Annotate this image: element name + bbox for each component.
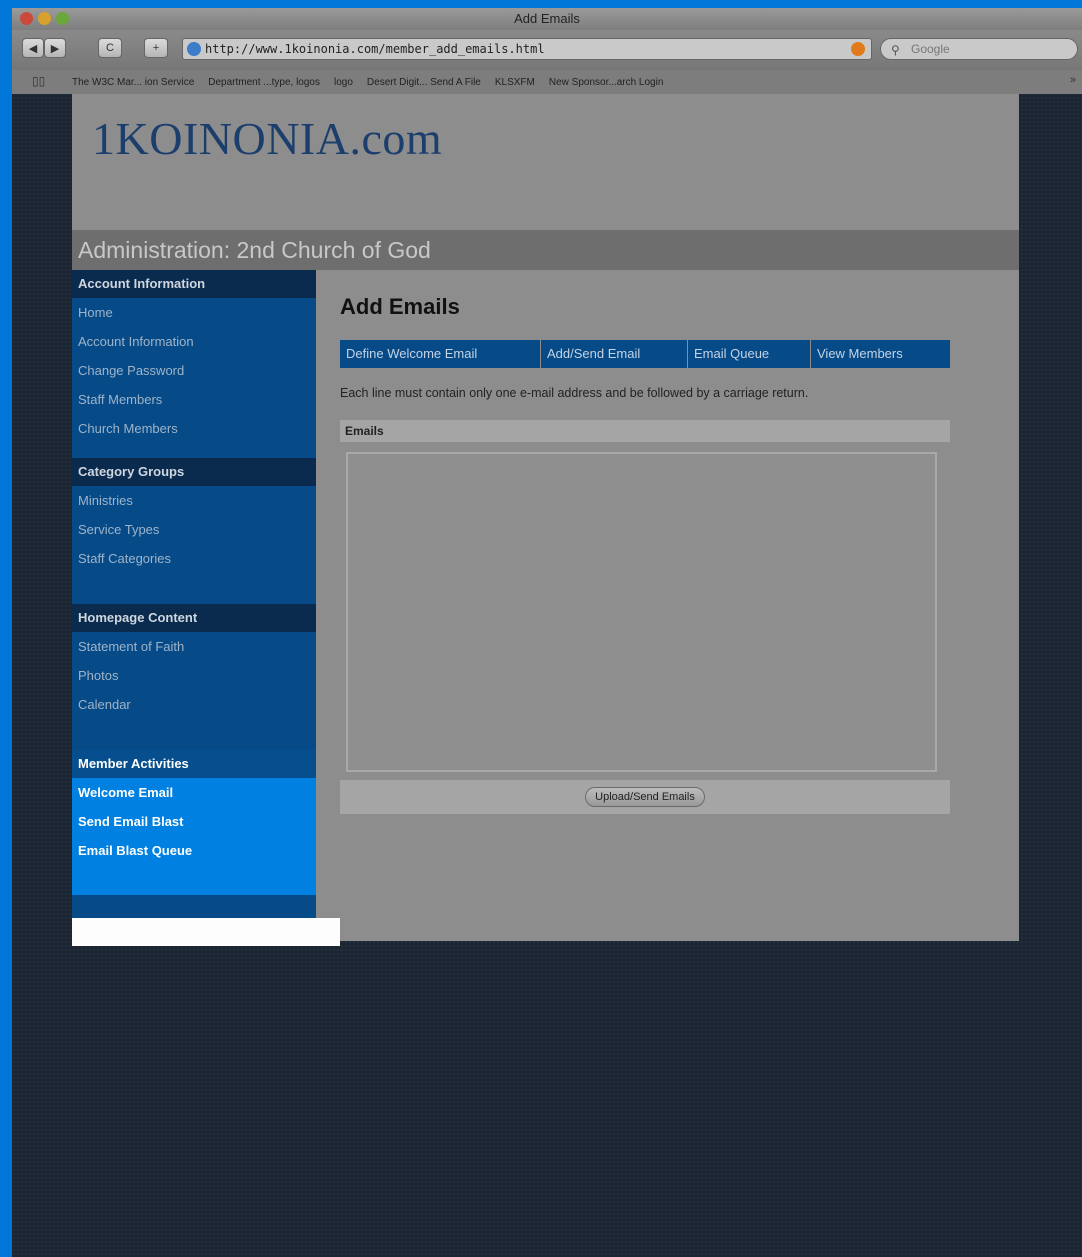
upload-send-emails-button[interactable]: Upload/Send Emails [585, 787, 705, 807]
sidebar-item-change-password[interactable]: Change Password [72, 356, 316, 385]
tab-view-members[interactable]: View Members [811, 340, 950, 368]
plus-icon: + [152, 42, 160, 54]
forward-arrow-icon: ▶ [50, 42, 60, 55]
reload-icon: C [106, 42, 114, 54]
tab-define-welcome-email[interactable]: Define Welcome Email [340, 340, 541, 368]
spotlight-highlight [72, 918, 340, 946]
emails-label: Emails [340, 420, 950, 442]
sidebar-item-home[interactable]: Home [72, 298, 316, 327]
sidebar-heading-account: Account Information [72, 270, 316, 298]
sidebar-item-ministries[interactable]: Ministries [72, 486, 316, 515]
address-url: http://www.1koinonia.com/member_add_emai… [205, 42, 545, 56]
email-tabs: Define Welcome Email Add/Send Email Emai… [340, 340, 950, 368]
rss-icon[interactable] [851, 42, 865, 56]
bookmark-item[interactable]: Desert Digit... Send A File [367, 77, 481, 88]
bookmark-item[interactable]: New Sponsor...arch Login [549, 77, 664, 88]
sidebar-item-email-blast-queue[interactable]: Email Blast Queue [72, 836, 316, 865]
sidebar-heading-member-activities: Member Activities [72, 750, 316, 778]
sidebar-item-send-email-blast[interactable]: Send Email Blast [72, 807, 316, 836]
web-page: 1KOINONIA.com Administration: 2nd Church… [72, 94, 1019, 941]
back-arrow-icon: ◀ [28, 42, 38, 55]
sidebar-item-service-types[interactable]: Service Types [72, 515, 316, 544]
sidebar-heading-homepage-content: Homepage Content [72, 604, 316, 632]
close-window-button[interactable] [20, 12, 33, 25]
upload-bar: Upload/Send Emails [340, 780, 950, 814]
instructions-text: Each line must contain only one e-mail a… [340, 386, 809, 400]
sidebar-item-welcome-email[interactable]: Welcome Email [72, 778, 316, 807]
tab-add-send-email[interactable]: Add/Send Email [541, 340, 688, 368]
bookmark-item[interactable]: KLSXFM [495, 77, 535, 88]
bookmarks-bar: ▯▯ The W3C Mar... ion Service Department… [12, 70, 1082, 94]
sidebar-item-staff-categories[interactable]: Staff Categories [72, 544, 316, 573]
search-field[interactable]: ⚲ Google [880, 38, 1078, 60]
address-bar[interactable]: http://www.1koinonia.com/member_add_emai… [182, 38, 872, 60]
admin-title-bar: Administration: 2nd Church of God [72, 230, 1019, 270]
sidebar-item-calendar[interactable]: Calendar [72, 690, 316, 719]
open-book-icon[interactable]: ▯▯ [32, 74, 45, 88]
sidebar-item-account-information[interactable]: Account Information [72, 327, 316, 356]
browser-toolbar: ◀ ▶ C + http://www.1koinonia.com/member_… [12, 30, 1082, 70]
forward-button[interactable]: ▶ [44, 38, 66, 58]
bookmark-item[interactable]: The W3C Mar... ion Service [72, 77, 194, 88]
sidebar-item-statement-of-faith[interactable]: Statement of Faith [72, 632, 316, 661]
sidebar-item-staff-members[interactable]: Staff Members [72, 385, 316, 414]
reload-button[interactable]: C [98, 38, 122, 58]
sidebar-item-photos[interactable]: Photos [72, 661, 316, 690]
more-bookmarks-icon[interactable]: » [1070, 74, 1076, 86]
site-logo[interactable]: 1KOINONIA.com [92, 112, 442, 165]
sidebar-group-member-activities: Member Activities Welcome Email Send Ema… [72, 750, 316, 895]
admin-sidebar: Account Information Home Account Informa… [72, 270, 316, 918]
emails-textarea[interactable] [346, 452, 937, 772]
bookmark-item[interactable]: Department ...type, logos [208, 77, 320, 88]
sidebar-item-church-members[interactable]: Church Members [72, 414, 316, 443]
bookmark-item[interactable]: logo [334, 77, 353, 88]
sidebar-heading-category-groups: Category Groups [72, 458, 316, 486]
zoom-window-button[interactable] [56, 12, 69, 25]
window-titlebar: Add Emails [12, 8, 1082, 30]
page-title: Add Emails [340, 294, 460, 319]
window-title: Add Emails [514, 11, 580, 26]
search-placeholder: Google [911, 42, 950, 56]
add-bookmark-button[interactable]: + [144, 38, 168, 58]
back-button[interactable]: ◀ [22, 38, 44, 58]
search-icon: ⚲ [891, 43, 900, 57]
site-globe-icon [187, 42, 201, 56]
minimize-window-button[interactable] [38, 12, 51, 25]
tab-email-queue[interactable]: Email Queue [688, 340, 811, 368]
window-controls [20, 12, 69, 25]
